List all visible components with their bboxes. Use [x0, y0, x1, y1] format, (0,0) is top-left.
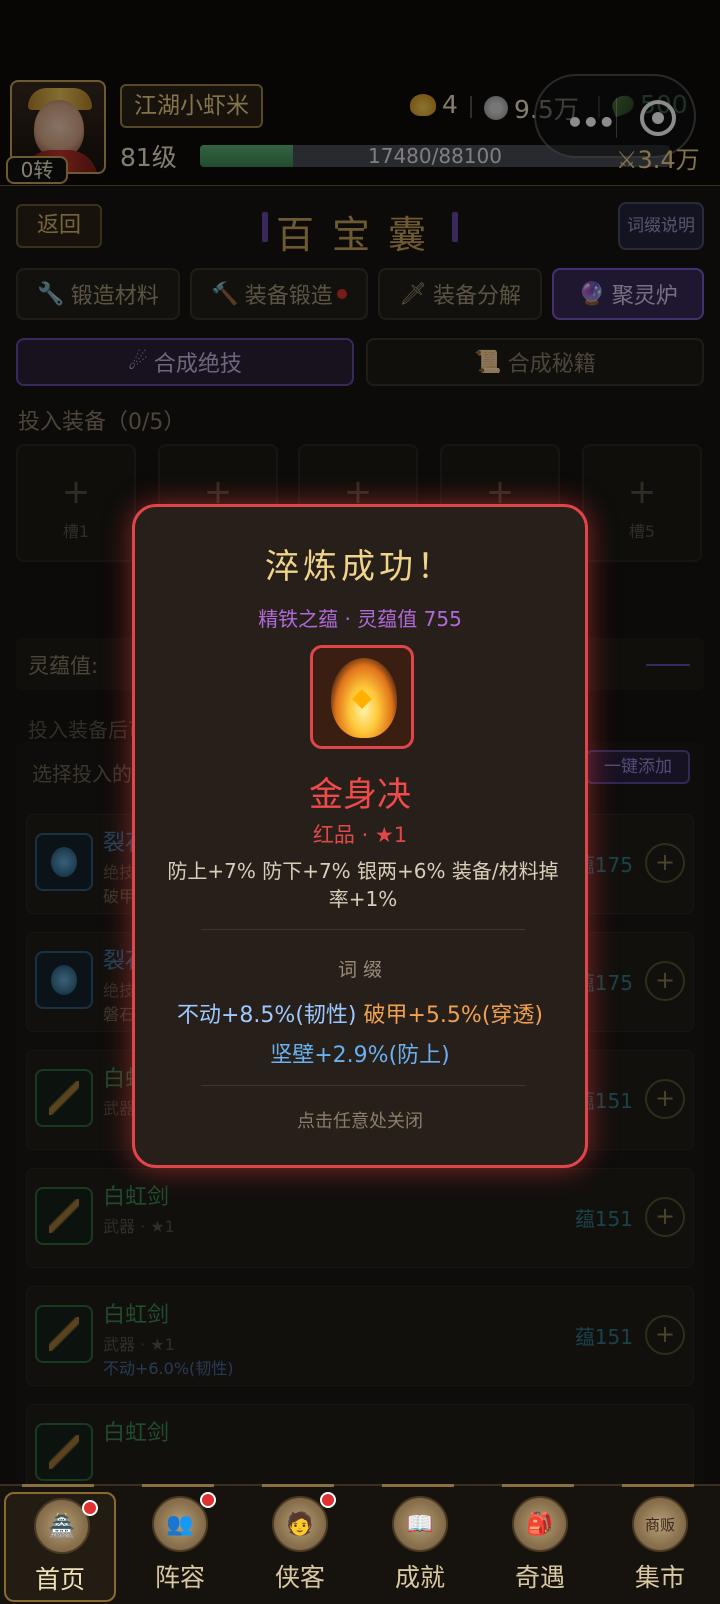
- affix-entry: 坚壁+2.9%(防上): [270, 1043, 450, 1068]
- skill-grade: 红品 · ★1: [312, 823, 408, 847]
- nav-lineup[interactable]: 👥 阵容: [124, 1486, 236, 1604]
- nav-achievements[interactable]: 📖 成就: [364, 1486, 476, 1604]
- nav-heroes[interactable]: 🧑 侠客: [244, 1486, 356, 1604]
- modal-divider: [201, 1085, 525, 1086]
- modal-source: 精铁之蕴 · 灵蕴值 755: [258, 607, 462, 631]
- nav-market[interactable]: 商贩 集市: [604, 1486, 716, 1604]
- nav-label: 奇遇: [514, 1563, 565, 1592]
- nav-home[interactable]: 🏯 首页: [4, 1492, 116, 1602]
- notification-dot: [200, 1492, 216, 1508]
- refine-success-modal[interactable]: 淬炼成功！ 精铁之蕴 · 灵蕴值 755 金身决 红品 · ★1 防上+7% 防…: [132, 504, 588, 1168]
- nav-label: 集市: [634, 1563, 685, 1592]
- bottom-nav: 🏯 首页 👥 阵容 🧑 侠客 📖 成就 🎒 奇遇 商贩 集市: [0, 1484, 720, 1604]
- affix-line: 不动+8.5%(韧性) 破甲+5.5%(穿透): [135, 997, 585, 1029]
- skill-name: 金身决: [309, 775, 411, 815]
- team-icon: 👥: [152, 1496, 208, 1552]
- hero-icon: 🧑: [272, 1496, 328, 1552]
- affix-heading: 词 缀: [337, 959, 383, 981]
- notification-dot: [320, 1492, 336, 1508]
- book-icon: 📖: [392, 1496, 448, 1552]
- skill-stats: 防上+7% 防下+7% 银两+6% 装备/材料掉率+1%: [167, 859, 559, 911]
- nav-label: 侠客: [274, 1563, 325, 1592]
- golden-fist-icon: [310, 645, 414, 749]
- affix-line: 坚壁+2.9%(防上): [135, 1037, 585, 1069]
- affix-entry: 破甲+5.5%(穿透): [363, 1003, 544, 1028]
- market-sign-icon: 商贩: [632, 1496, 688, 1552]
- affix-entry: 不动+8.5%(韧性): [177, 1003, 357, 1028]
- modal-title: 淬炼成功！: [265, 547, 455, 587]
- bag-icon: 🎒: [512, 1496, 568, 1552]
- nav-label: 阵容: [154, 1563, 205, 1592]
- nav-label: 成就: [394, 1563, 445, 1592]
- nav-adventures[interactable]: 🎒 奇遇: [484, 1486, 596, 1604]
- notification-dot: [82, 1500, 98, 1516]
- close-hint: 点击任意处关闭: [297, 1111, 423, 1132]
- nav-label: 首页: [34, 1565, 85, 1594]
- modal-divider: [201, 929, 525, 930]
- nav-divider: [22, 1484, 94, 1487]
